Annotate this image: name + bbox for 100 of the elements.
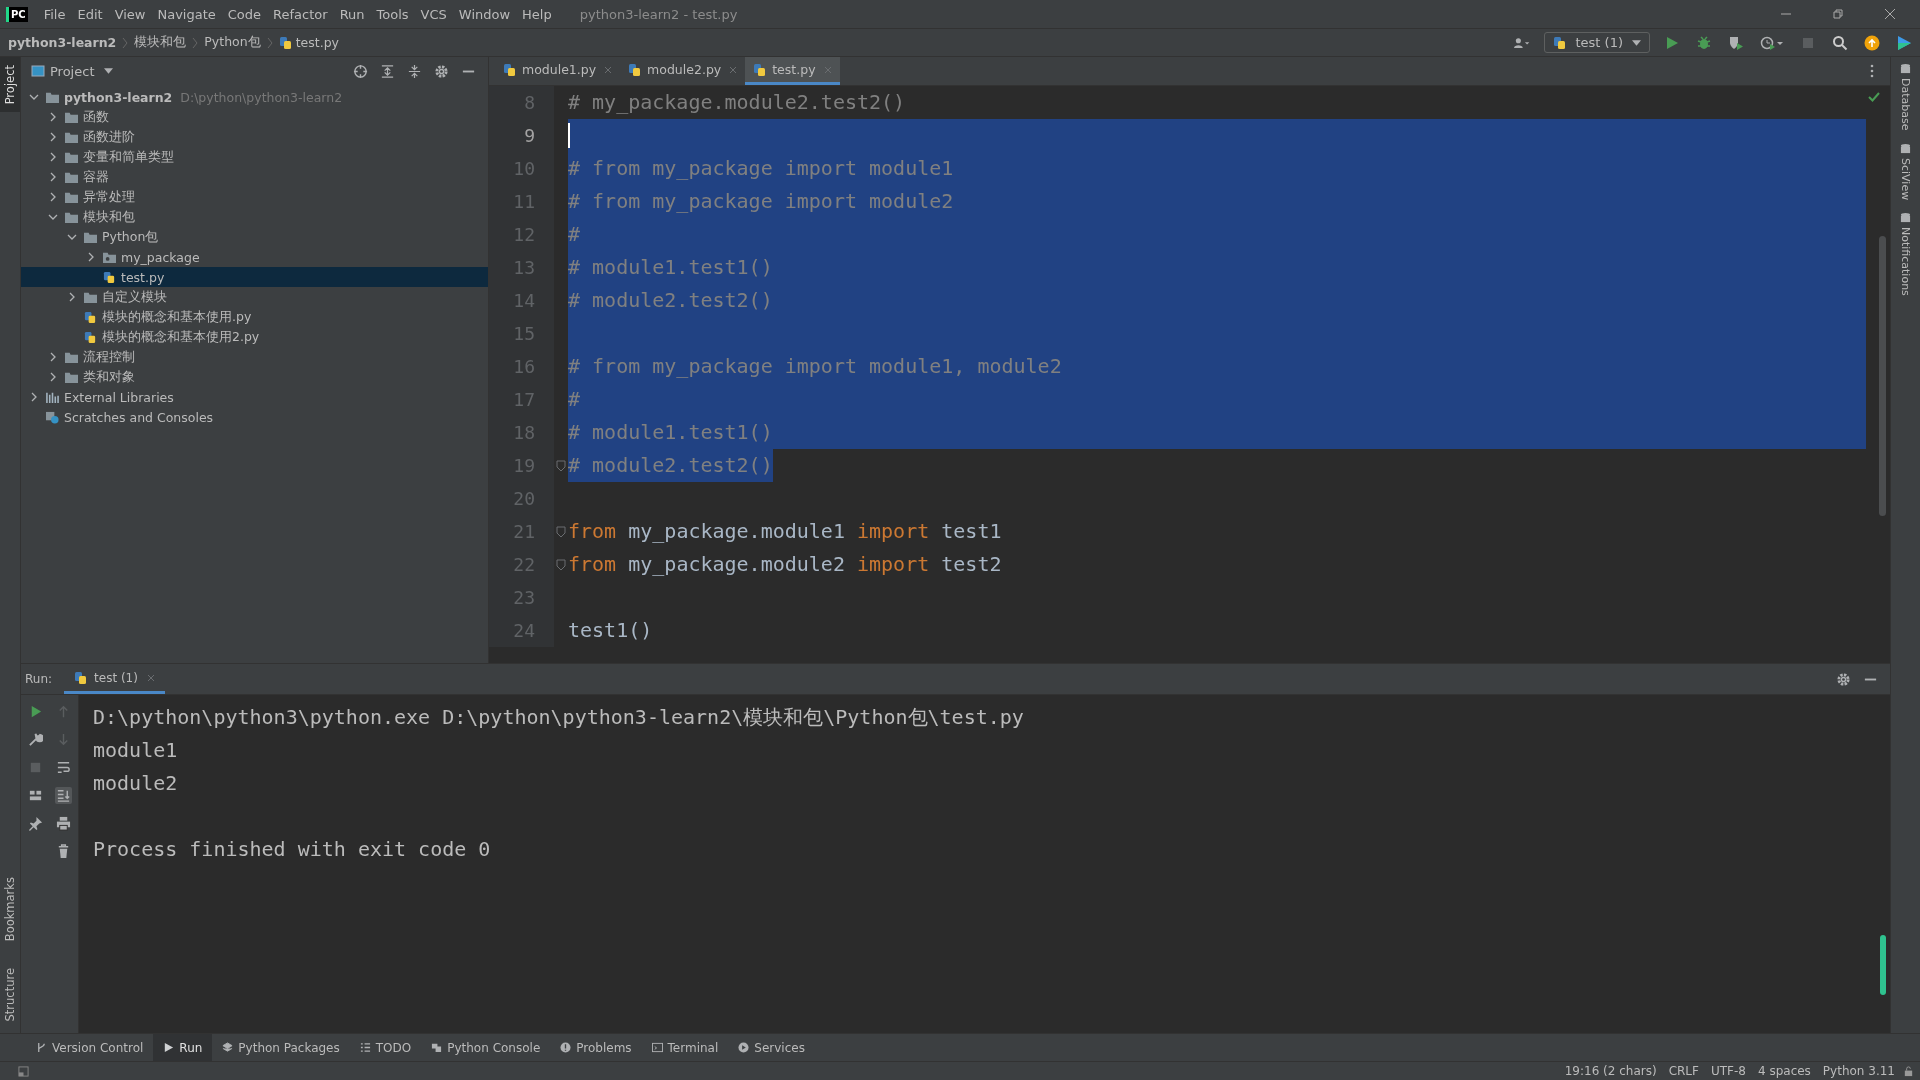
clock-icon[interactable] [1760,34,1784,51]
chevron-icon[interactable] [67,232,77,242]
chevron-icon[interactable] [67,292,77,302]
menu-item[interactable]: File [43,6,66,22]
tree-item[interactable]: 类和对象 [21,367,488,387]
menu-item[interactable]: Tools [376,6,409,22]
tool-window-tab[interactable]: Bookmarks [0,869,20,950]
editor-tab[interactable]: module1.py [495,57,621,85]
tool-window-button[interactable]: Version Control [26,1034,154,1061]
pin-icon[interactable] [26,815,44,832]
fold-marker-icon[interactable] [556,525,566,538]
chevron-icon[interactable] [48,132,58,142]
tree-item[interactable]: 函数 [21,107,488,127]
fold-marker-icon[interactable] [556,558,566,571]
python-file-icon [278,35,293,50]
tool-window-button[interactable]: Terminal [641,1034,729,1061]
tool-window-button[interactable]: Python Console [421,1034,551,1061]
tree-item[interactable]: my_package [21,247,488,267]
status-item[interactable]: CRLF [1668,1064,1699,1078]
panel-title[interactable]: Project [50,63,95,79]
tree-item[interactable]: Python包 [21,227,488,247]
status-item[interactable]: 19:16 (2 chars) [1564,1064,1657,1078]
tree-item[interactable]: External Libraries [21,387,488,407]
close-icon[interactable] [1884,8,1896,20]
chevron-icon[interactable] [48,172,58,182]
update-icon[interactable] [1864,34,1880,51]
menu-item[interactable]: Run [339,6,365,22]
menu-item[interactable]: Window [458,6,511,22]
tool-window-button[interactable]: Problems [550,1034,642,1061]
chevron-icon[interactable] [48,152,58,162]
database-icon [1900,63,1911,74]
status-item[interactable]: Python 3.11 [1822,1064,1895,1078]
tool-window-button[interactable]: Python Packages [212,1034,350,1061]
tree-item[interactable]: 异常处理 [21,187,488,207]
search-icon[interactable] [1832,34,1848,51]
breadcrumb[interactable]: 模块和包 [134,34,187,51]
tool-window-tab[interactable]: SciView [1899,136,1912,206]
chevron-icon[interactable] [48,352,58,362]
run-tab[interactable]: test (1) [64,664,165,694]
tool-window-button[interactable]: Run [153,1034,213,1061]
settings-icon[interactable] [1836,671,1851,687]
toolbox-icon[interactable] [1896,34,1912,51]
tree-item[interactable]: test.py [21,267,488,287]
more-icon[interactable] [1870,64,1874,78]
settings-icon[interactable] [434,63,449,79]
lock-icon[interactable] [1903,1065,1914,1077]
breadcrumb[interactable]: python3-learn2 [8,35,117,50]
chevron-icon[interactable] [86,252,96,262]
tool-window-button[interactable]: TODO [349,1034,422,1061]
shield-icon[interactable] [1728,34,1744,51]
menu-item[interactable]: VCS [420,6,447,22]
restore-icon[interactable] [1832,8,1844,20]
tool-window-tab[interactable]: Database [1899,57,1912,137]
tree-item[interactable]: Scratches and Consoles [21,407,488,427]
run-config-dropdown[interactable]: test (1) [1544,32,1650,53]
app-logo: PC [6,6,28,22]
chevron-icon[interactable] [48,372,58,382]
menu-item[interactable]: Edit [77,6,103,22]
tree-item[interactable]: 模块和包 [21,207,488,227]
tool-window-tab[interactable]: Notifications [1899,205,1912,302]
collapse-all-icon[interactable] [407,63,422,79]
chevron-icon[interactable] [29,92,39,102]
run-icon[interactable] [1664,34,1680,51]
tree-item[interactable]: 变量和简单类型 [21,147,488,167]
panel-toggle-icon[interactable] [18,1065,29,1077]
tree-item[interactable]: 流程控制 [21,347,488,367]
tool-window-tab[interactable]: Structure [0,959,20,1029]
menu-item[interactable]: Help [522,6,552,22]
menu-item[interactable]: View [114,6,146,22]
tree-item[interactable]: 函数进阶 [21,127,488,147]
print-icon[interactable] [54,815,72,832]
caret-icon[interactable] [104,68,114,74]
editor-tab[interactable]: test.py [745,57,840,85]
tree-item[interactable]: 自定义模块 [21,287,488,307]
tree-item[interactable]: 容器 [21,167,488,187]
expand-all-icon[interactable] [380,63,395,79]
tree-item[interactable]: python3-learn2 D:\python\python3-learn2 [21,87,488,107]
scroll-to-end-icon[interactable] [54,787,72,804]
chevron-icon[interactable] [48,192,58,202]
tree-item[interactable]: 模块的概念和基本使用.py [21,307,488,327]
status-item[interactable]: 4 spaces [1757,1064,1811,1078]
menu-item[interactable]: Navigate [157,6,216,22]
chevron-icon[interactable] [48,212,58,222]
menu-item[interactable]: Refactor [273,6,328,22]
tree-item[interactable]: 模块的概念和基本使用2.py [21,327,488,347]
tool-window-tab[interactable]: Project [0,57,20,113]
breadcrumb[interactable]: test.py [295,35,339,50]
scrollbar[interactable] [1879,236,1886,516]
breadcrumb[interactable]: Python包 [204,34,261,51]
status-item[interactable]: UTF-8 [1710,1064,1746,1078]
tool-window-button[interactable]: Services [728,1034,815,1061]
fold-marker-icon[interactable] [556,459,566,472]
chevron-icon[interactable] [48,112,58,122]
wrench-icon[interactable] [26,731,44,748]
crosshair-icon[interactable] [353,63,368,79]
chevron-icon[interactable] [29,392,39,402]
scrollbar[interactable] [1880,935,1886,995]
bug-icon[interactable] [1696,34,1712,51]
editor-tab[interactable]: module2.py [620,57,746,85]
menu-item[interactable]: Code [227,6,262,22]
